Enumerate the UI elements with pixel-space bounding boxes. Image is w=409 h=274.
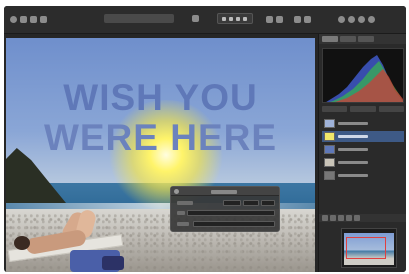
layer-thumbnail — [324, 171, 335, 180]
dialog-label — [177, 222, 189, 226]
move-icon[interactable] — [30, 15, 37, 23]
toolbar-right-group — [338, 14, 375, 24]
tab-color[interactable] — [340, 36, 356, 42]
arrange-icon[interactable] — [276, 15, 283, 23]
layer-row[interactable] — [322, 131, 404, 142]
layer-thumbnail — [324, 145, 335, 154]
headline-line-1[interactable]: WISH YOU — [6, 79, 315, 116]
add-layer-icon[interactable] — [322, 215, 328, 221]
share-icon[interactable] — [338, 15, 345, 23]
floating-adjustment-dialog[interactable] — [170, 186, 280, 232]
delete-icon[interactable] — [354, 215, 360, 221]
navigator-view-frame[interactable] — [346, 237, 386, 259]
selection-icon[interactable] — [304, 15, 311, 23]
close-icon[interactable] — [174, 189, 179, 194]
app-window: WISH YOU WERE HERE — [4, 6, 406, 272]
histogram-option-button[interactable] — [350, 106, 376, 112]
layer-row[interactable] — [322, 118, 404, 129]
histogram-option-button[interactable] — [378, 106, 404, 112]
dialog-title — [211, 190, 237, 194]
segment-mode-3-icon[interactable] — [236, 16, 240, 21]
tab-swatches[interactable] — [358, 36, 374, 42]
snap-icon[interactable] — [294, 15, 301, 23]
panel-action-strip — [319, 214, 406, 222]
layer-thumbnail — [324, 132, 335, 141]
align-icon[interactable] — [266, 15, 273, 23]
layer-label — [338, 174, 368, 177]
dialog-option-button[interactable] — [243, 200, 259, 206]
grid-icon[interactable] — [20, 15, 27, 23]
undo-icon[interactable] — [348, 15, 355, 23]
app-icon[interactable] — [10, 15, 17, 23]
histogram — [322, 48, 404, 103]
layer-label — [338, 148, 368, 151]
crop-icon[interactable] — [40, 15, 47, 23]
toolbar-mid-group — [266, 14, 283, 24]
studio-panel — [318, 34, 406, 272]
group-icon[interactable] — [346, 215, 352, 221]
layer-thumbnail — [324, 158, 335, 167]
layers-list — [322, 116, 404, 206]
mask-icon[interactable] — [338, 215, 344, 221]
toolbar-mid2-group — [294, 14, 311, 24]
histogram-controls — [322, 106, 404, 112]
panel-tabs — [319, 34, 406, 44]
layer-row[interactable] — [322, 157, 404, 168]
beach-bag — [102, 256, 124, 270]
toolbar-left-group — [10, 14, 47, 24]
layer-thumbnail — [324, 119, 335, 128]
persona-switcher[interactable] — [104, 14, 174, 23]
layer-label — [338, 135, 368, 138]
layer-row[interactable] — [322, 170, 404, 181]
segment-mode-4-icon[interactable] — [243, 16, 247, 21]
tool-mode-segment[interactable] — [217, 13, 253, 24]
tab-histogram[interactable] — [322, 36, 338, 42]
navigator-preview[interactable] — [341, 228, 397, 268]
dialog-option-button[interactable] — [261, 200, 275, 206]
dialog-option-button[interactable] — [223, 200, 241, 206]
redo-icon[interactable] — [358, 15, 365, 23]
dialog-label — [177, 201, 193, 205]
layer-row[interactable] — [322, 144, 404, 155]
sunbather-image — [6, 208, 136, 272]
toolbar — [4, 6, 406, 34]
sunbather-head — [14, 236, 30, 250]
dialog-title-bar[interactable] — [171, 187, 279, 196]
headline-line-2[interactable]: WERE HERE — [6, 119, 315, 156]
zoom-icon[interactable] — [368, 15, 375, 23]
dialog-slider[interactable] — [193, 221, 275, 227]
layer-label — [338, 161, 368, 164]
view-icon[interactable] — [192, 15, 199, 22]
adjustment-icon[interactable] — [330, 215, 336, 221]
segment-mode-1-icon[interactable] — [222, 16, 226, 21]
segment-mode-2-icon[interactable] — [229, 16, 233, 21]
dialog-slider[interactable] — [187, 210, 275, 216]
layer-label — [338, 122, 368, 125]
histogram-option-button[interactable] — [322, 106, 348, 112]
document-canvas[interactable]: WISH YOU WERE HERE — [6, 38, 315, 272]
histogram-graph — [326, 55, 403, 102]
dialog-label — [177, 211, 185, 215]
